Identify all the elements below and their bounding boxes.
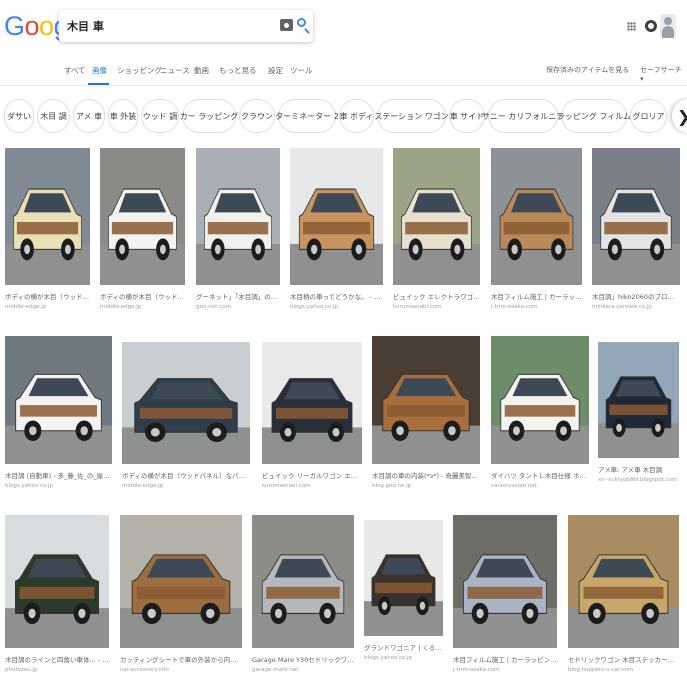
result-source: goo-net.com	[196, 304, 231, 310]
result-caption[interactable]: ボディの横が木目（ウッドパネル...	[100, 291, 185, 301]
result-caption[interactable]: ダイハツ タントＬ木目仕様 ホワイトリボ...	[491, 470, 589, 480]
result-thumbnail[interactable]	[5, 336, 112, 464]
tab-news[interactable]: ニュース	[160, 65, 190, 76]
logo-letter: G	[4, 11, 25, 41]
tab-shopping[interactable]: ショッピング	[117, 65, 162, 76]
chip-item[interactable]: ダサい	[4, 99, 34, 133]
camera-icon[interactable]	[280, 19, 293, 31]
result-thumbnail[interactable]	[122, 342, 250, 464]
result-source: minkara.carview.co.jp	[592, 304, 652, 310]
result-source: middle-edge.jp	[100, 304, 142, 310]
result-source: j-trim-osaka.com	[491, 304, 538, 310]
logo-letter: o	[39, 11, 54, 41]
chip-item[interactable]: アメ 車	[73, 99, 105, 133]
search-input[interactable]: 木目 車	[67, 18, 104, 34]
chip-item[interactable]: 車 ボディ	[339, 99, 374, 133]
result-thumbnail[interactable]	[568, 515, 679, 648]
result-source: photozou.jp	[5, 667, 38, 673]
result-caption[interactable]: 木目フィルム施工 | カーラッピングや車のマ...	[453, 654, 557, 664]
result-caption[interactable]: 木目調の車の内装(*з*) - 奇麗美智子Blog!	[372, 470, 480, 480]
account-avatar[interactable]	[660, 14, 676, 38]
result-source: kurumaerabi.com	[262, 483, 311, 489]
result-source: middle-edge.jp	[5, 304, 47, 310]
tab-tools[interactable]: ツール	[290, 65, 313, 76]
notifications-icon[interactable]	[645, 20, 657, 32]
result-caption[interactable]: セドリックワゴン 木目ステッカー施工 | 愛知県...	[568, 654, 679, 664]
result-thumbnail[interactable]	[372, 336, 480, 464]
chip-item[interactable]: 車 サイド	[449, 99, 485, 133]
result-thumbnail[interactable]	[598, 342, 679, 458]
result-source: blog.goo.ne.jp	[372, 483, 412, 489]
tab-videos[interactable]: 動画	[194, 65, 209, 76]
result-source: car-accessory.info	[120, 667, 169, 673]
chip-item[interactable]: ウッド 調	[141, 99, 179, 133]
result-source: j-trim-osaka.com	[453, 667, 500, 673]
related-chips: ダサい 木目 調 アメ 車 車 外装 ウッド 調 カー ラッピング クラウン タ…	[0, 96, 687, 136]
result-thumbnail[interactable]	[491, 148, 582, 285]
result-caption[interactable]: アメ車: アメ車 木目調	[598, 464, 679, 474]
chip-item[interactable]: クラウン	[239, 99, 275, 133]
result-source: xn--ccklyqb8bl.blogspot.com	[598, 477, 678, 483]
result-source: blogs.yahoo.co.jp	[5, 483, 54, 489]
result-source: blog.hoppers-u-car.com	[568, 667, 634, 673]
search-icon[interactable]	[297, 18, 306, 27]
logo-letter: o	[24, 11, 40, 41]
result-caption[interactable]: 木目調 (自動車) - 多_藤_佐_の_屋_難をえ...	[5, 470, 112, 480]
result-thumbnail[interactable]	[592, 148, 680, 285]
chip-item[interactable]: サニー カリフォルニア	[482, 99, 564, 133]
result-caption[interactable]: グーネット」「木目調」の中古車...	[196, 291, 280, 301]
result-source: carservsolab.net	[491, 483, 537, 489]
chip-item[interactable]: ステーション ワゴン	[374, 99, 449, 133]
result-caption[interactable]: カッティングシートで車の外装から内装まで劇的...	[120, 654, 242, 664]
result-caption[interactable]: ビュイック リーガルワゴン エステートロ...	[262, 470, 362, 480]
chip-item[interactable]: ターミネーター 2	[275, 99, 339, 133]
result-thumbnail[interactable]	[393, 148, 480, 285]
tab-more[interactable]: もっと見る	[219, 65, 257, 76]
result-caption[interactable]: ボディの横が木目（ウッドパネル）...	[5, 291, 90, 301]
search-box[interactable]: 木目 車	[59, 10, 313, 42]
chip-item[interactable]: 車 外装	[108, 99, 138, 133]
result-caption[interactable]: 木目調のラインと四角い車体... - 写真共有サ...	[5, 654, 109, 664]
result-caption[interactable]: 木目フィルム施工 | カーラッピングや...	[491, 291, 582, 301]
safesearch-toggle[interactable]: セーフサーチ ▾	[640, 65, 687, 83]
result-source: garage-mare.net	[252, 667, 299, 673]
header: Google 木目 車	[0, 0, 687, 58]
result-thumbnail[interactable]	[196, 148, 280, 285]
result-source: blogs.yahoo.co.jp	[364, 655, 413, 661]
saved-items-link[interactable]: 保存済みのアイテムを見る	[546, 65, 629, 75]
chip-item[interactable]: 木目 調	[37, 99, 70, 133]
search-tabs: すべて 画像 ショッピング ニュース 動画 もっと見る 設定 ツール 保存済みの…	[0, 58, 687, 86]
tab-all[interactable]: すべて	[64, 65, 86, 76]
result-thumbnail[interactable]	[290, 148, 383, 285]
result-thumbnail[interactable]	[120, 515, 242, 648]
chip-item[interactable]: ラッピング フィルム	[557, 99, 631, 133]
result-thumbnail[interactable]	[364, 520, 443, 636]
result-thumbnail[interactable]	[100, 148, 185, 285]
chip-item[interactable]: グロリア	[630, 99, 667, 133]
chevron-right-icon[interactable]: ❯	[672, 99, 687, 133]
tab-images[interactable]: 画像	[92, 65, 107, 76]
result-thumbnail[interactable]	[491, 336, 589, 464]
result-thumbnail[interactable]	[453, 515, 557, 648]
result-caption[interactable]: 木目調」hiko2060のブログ | hiko's ...	[592, 291, 680, 301]
result-caption[interactable]: ボディの横が木目（ウッドパネル）なパン」サーファー...	[122, 470, 250, 480]
result-thumbnail[interactable]	[5, 148, 90, 285]
result-source: kurumaerabi.com	[393, 304, 442, 310]
result-caption[interactable]: 木目柄の車ってどうかな。 - エンジ...	[290, 291, 383, 301]
active-tab-indicator	[88, 83, 109, 85]
result-caption[interactable]: ビュイック エレクトラワゴン タイ...	[393, 291, 480, 301]
result-thumbnail[interactable]	[262, 342, 362, 464]
result-thumbnail[interactable]	[252, 515, 354, 648]
apps-grid-icon[interactable]	[627, 22, 636, 31]
result-source: blogs.yahoo.co.jp	[290, 304, 339, 310]
tab-settings[interactable]: 設定	[268, 65, 283, 76]
result-caption[interactable]: Garage Mare Y30セドリックワゴン グロリ...	[252, 654, 354, 664]
chip-item[interactable]: カー ラッピング	[180, 99, 238, 133]
result-thumbnail[interactable]	[5, 515, 109, 648]
result-caption[interactable]: グランドワゴニア | くるまや全...	[364, 642, 443, 652]
result-source: middle-edge.jp	[122, 483, 164, 489]
